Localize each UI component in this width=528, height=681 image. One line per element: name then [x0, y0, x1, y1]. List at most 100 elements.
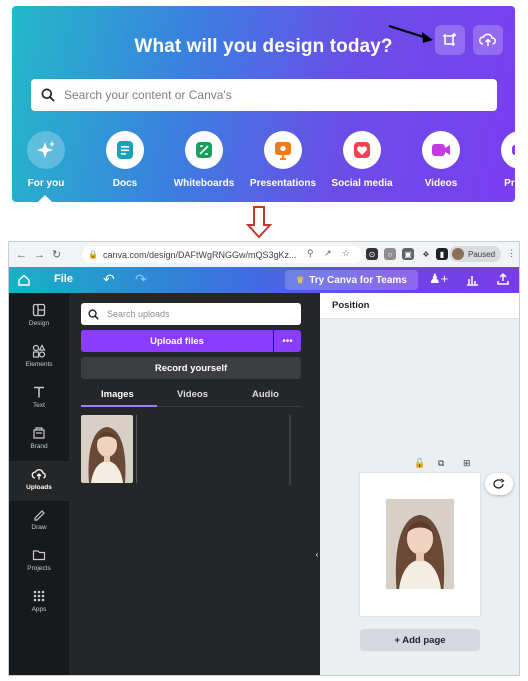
rail-item-uploads[interactable]: Uploads — [9, 461, 69, 501]
draw-icon — [34, 510, 45, 521]
category-label: For you — [27, 178, 65, 189]
category-for-you[interactable]: For you — [12, 131, 86, 202]
search-placeholder: Search your content or Canva's — [64, 88, 232, 102]
canva-editor-window: ← → ↻ 🔒 canva.com/design/DAFtWgRNGGw/mQS… — [8, 241, 520, 676]
file-menu[interactable]: File — [54, 273, 73, 285]
page-image[interactable] — [386, 499, 454, 589]
address-bar[interactable]: 🔒 canva.com/design/DAFtWgRNGGw/mQS3gKz..… — [82, 246, 362, 263]
sparkle-icon — [37, 141, 55, 158]
rail-label: Uploads — [26, 484, 52, 491]
uploaded-image-thumbnail[interactable] — [81, 415, 133, 483]
portrait-image — [386, 499, 454, 589]
doc-icon — [117, 141, 133, 159]
insights-chart-icon[interactable] — [465, 273, 479, 287]
lock-page-icon[interactable]: 🔓 — [414, 458, 425, 469]
more-options-button[interactable]: ••• — [274, 330, 301, 352]
rail-label: Design — [28, 320, 50, 327]
portrait-image — [81, 415, 133, 483]
tab-images[interactable]: Images — [101, 389, 134, 400]
category-label: Videos — [424, 178, 458, 189]
forward-arrow-icon[interactable]: → — [34, 249, 45, 261]
extension-icon[interactable]: ▣ — [402, 248, 414, 260]
category-icon-circle — [422, 131, 460, 169]
back-arrow-icon[interactable]: ← — [16, 249, 27, 261]
record-yourself-button[interactable]: Record yourself — [81, 357, 301, 379]
folder-icon — [32, 550, 46, 561]
tab-audio[interactable]: Audio — [252, 389, 279, 400]
add-people-icon[interactable]: ♟+ — [429, 271, 448, 287]
category-whiteboards[interactable]: Whiteboards — [164, 131, 244, 189]
search-icon — [88, 308, 99, 320]
redo-icon[interactable]: ↷ — [135, 271, 147, 288]
star-icon[interactable]: ☆ — [342, 248, 350, 259]
rail-icon-wrap — [9, 424, 69, 442]
apps-icon — [33, 590, 45, 602]
rail-item-brand[interactable]: Brand — [9, 424, 69, 450]
rail-item-text[interactable]: Text — [9, 383, 69, 409]
rail-item-apps[interactable]: Apps — [9, 587, 69, 613]
category-print[interactable]: Print p — [480, 131, 515, 189]
rail-item-design[interactable]: Design — [9, 301, 69, 327]
home-icon[interactable] — [17, 273, 31, 287]
category-icon-circle — [106, 131, 144, 169]
uploads-search-input[interactable]: Search uploads — [81, 303, 301, 325]
share-icon[interactable]: ↗ — [324, 248, 332, 259]
rail-label: Text — [33, 402, 45, 409]
category-label: Docs — [112, 178, 138, 189]
resize-design-button[interactable] — [435, 25, 465, 55]
category-presentations[interactable]: Presentations — [243, 131, 323, 189]
rail-label: Projects — [27, 565, 51, 572]
category-social-media[interactable]: Social media — [322, 131, 402, 189]
video-icon — [432, 144, 450, 156]
zoom-icon[interactable]: ⚲ — [307, 248, 314, 259]
whiteboard-icon — [196, 142, 212, 158]
profile-button[interactable]: Paused — [449, 246, 501, 262]
upload-files-button[interactable]: Upload files — [81, 330, 273, 352]
sidebar-icon[interactable]: ▮ — [436, 248, 448, 260]
panel-scrollbar[interactable] — [289, 415, 291, 485]
uploads-icon — [31, 469, 46, 480]
url-text: canva.com/design/DAFtWgRNGGw/mQS3gKz... — [102, 249, 297, 260]
active-tab-indicator — [81, 405, 157, 407]
category-videos[interactable]: Videos — [401, 131, 481, 189]
undo-icon[interactable]: ↶ — [103, 271, 115, 288]
category-docs[interactable]: Docs — [85, 131, 165, 189]
elements-icon — [32, 344, 46, 358]
category-icon-circle — [27, 131, 65, 169]
text-icon — [34, 386, 44, 398]
design-page[interactable] — [360, 473, 480, 616]
rail-item-projects[interactable]: Projects — [9, 546, 69, 572]
lock-icon: 🔒 — [88, 250, 98, 259]
menu-kebab-icon[interactable]: ⋮ — [507, 248, 516, 259]
thumbnail-divider — [136, 415, 137, 483]
add-page-icon[interactable]: ⊞ — [463, 458, 471, 469]
search-icon — [41, 88, 55, 102]
profile-status: Paused — [468, 249, 496, 259]
extension-icon[interactable]: ○ — [384, 248, 396, 260]
try-canva-teams-button[interactable]: ♕ Try Canva for Teams — [285, 270, 418, 290]
side-rail: Design Elements Text Brand Uploads Draw … — [9, 293, 69, 675]
canvas-workspace: Position 🔓 ⧉ ⊞ + Add page — [320, 293, 519, 675]
rail-label: Brand — [30, 443, 48, 450]
magic-switch-button[interactable] — [485, 473, 513, 495]
hero-search-input[interactable]: Search your content or Canva's — [31, 79, 497, 111]
position-header[interactable]: Position — [320, 293, 519, 319]
category-icon-circle — [185, 131, 223, 169]
try-teams-label: Try Canva for Teams — [309, 274, 407, 286]
rail-label: Apps — [31, 606, 47, 613]
rail-icon-wrap — [9, 465, 69, 483]
rail-label: Elements — [25, 361, 53, 368]
category-icon-circle — [264, 131, 302, 169]
puzzle-icon[interactable]: ❖ — [420, 248, 432, 260]
tab-videos[interactable]: Videos — [177, 389, 208, 400]
share-upload-icon[interactable] — [496, 272, 510, 286]
rail-item-elements[interactable]: Elements — [9, 342, 69, 368]
duplicate-page-icon[interactable]: ⧉ — [438, 458, 444, 469]
annotation-arrow-icon — [388, 24, 433, 43]
rail-item-draw[interactable]: Draw — [9, 505, 69, 531]
upload-cloud-button[interactable] — [473, 25, 503, 55]
editor-topbar: File ↶ ↷ ♕ Try Canva for Teams ♟+ — [9, 267, 519, 293]
add-page-button[interactable]: + Add page — [360, 629, 480, 651]
extension-icon[interactable]: ⊙ — [366, 248, 378, 260]
reload-icon[interactable]: ↻ — [52, 248, 61, 261]
